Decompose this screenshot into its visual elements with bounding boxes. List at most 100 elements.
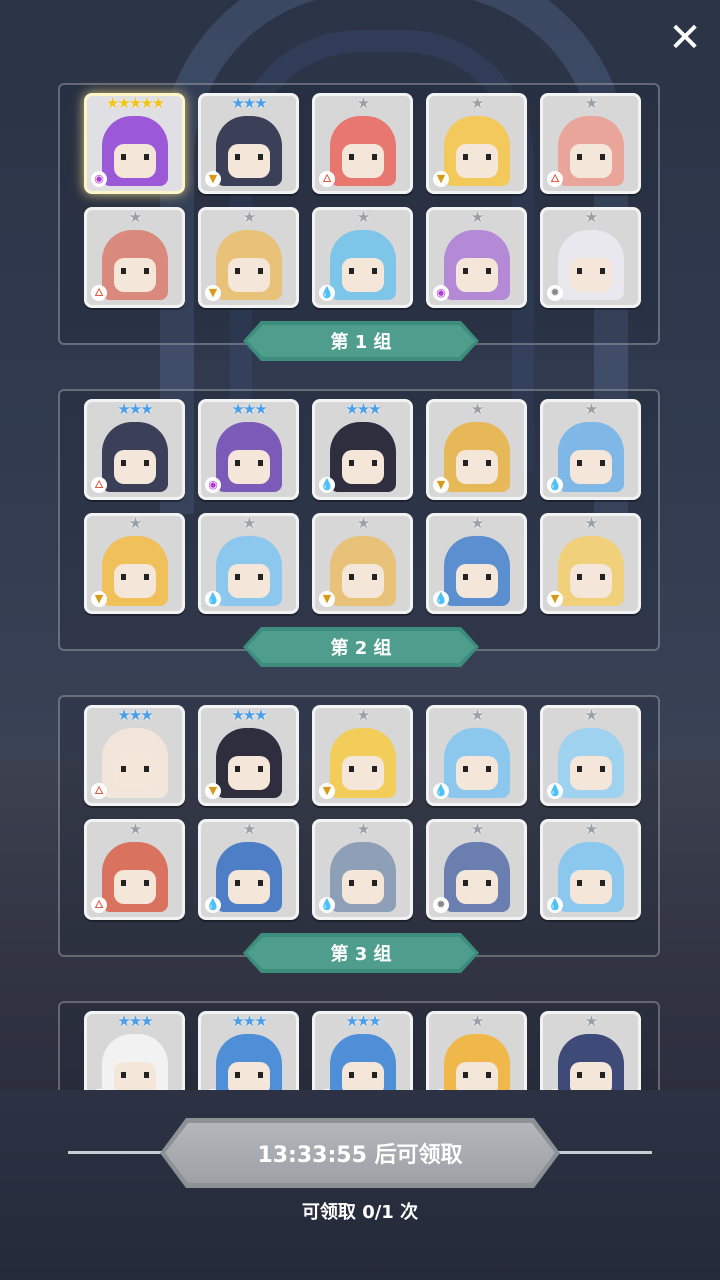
water-element-icon: 💧 — [433, 591, 449, 607]
hero-eyes — [235, 460, 263, 466]
hero-card[interactable]: ★★★💧 — [198, 1011, 299, 1090]
water-element-icon: 💧 — [205, 591, 221, 607]
group-label: 第 3 组 — [243, 933, 479, 973]
hero-face — [456, 870, 498, 904]
hero-eyes — [235, 268, 263, 274]
hero-card[interactable]: ★★★ ◉ — [198, 399, 299, 500]
hero-eyes — [577, 460, 605, 466]
light-element-icon: ✹ — [433, 897, 449, 913]
hero-card[interactable]: ★★★▼ — [198, 93, 299, 194]
claim-button[interactable]: 13:33:55 后可领取 — [160, 1118, 560, 1188]
hero-eyes — [463, 154, 491, 160]
hero-card[interactable]: ★▼ — [540, 513, 641, 614]
star-rating: ★ — [470, 1012, 484, 1030]
hero-card[interactable]: ★ ◉ — [426, 207, 527, 308]
hero-eyes — [577, 1072, 605, 1078]
hero-card[interactable]: ★✹ — [540, 207, 641, 308]
hero-card[interactable]: ★★★▼ — [198, 705, 299, 806]
hero-face — [570, 870, 612, 904]
hero-card[interactable]: ★★★★★ ◉ — [84, 93, 185, 194]
hero-card[interactable]: ★ 🜂 — [312, 93, 413, 194]
hero-eyes — [235, 880, 263, 886]
star-rating: ★ — [470, 400, 484, 418]
hero-face — [114, 450, 156, 484]
star-rating: ★ — [470, 94, 484, 112]
hero-card[interactable]: ★★★▼ — [84, 1011, 185, 1090]
dark-element-icon: ◉ — [205, 477, 221, 493]
star-rating: ★★★ — [345, 1012, 381, 1030]
hero-card[interactable]: ★ 💧 — [198, 819, 299, 920]
hero-face — [570, 144, 612, 178]
hero-card[interactable]: ★★★💧 — [312, 1011, 413, 1090]
hero-grid: ★★★ 🜂 ★★★ ◉ ★★★ 💧 ★ ▼ ★ 💧 ★ ▼ ★ 💧 ★ ▼ ★ 💧 ★ ▼ — [84, 399, 644, 614]
hero-group: ★★★▼★★★💧★★★💧★▼★✹ — [58, 1001, 660, 1090]
hero-face — [570, 756, 612, 790]
hero-eyes — [121, 1072, 149, 1078]
hero-card[interactable]: ★▼ — [198, 207, 299, 308]
star-rating: ★ — [584, 1012, 598, 1030]
group-label-text: 第 2 组 — [330, 638, 392, 659]
star-rating: ★★★ — [117, 706, 153, 724]
hero-card[interactable]: ★ 🜂 — [84, 819, 185, 920]
hero-card[interactable]: ★ 💧 — [540, 399, 641, 500]
earth-element-icon: ▼ — [433, 171, 449, 187]
hero-card[interactable]: ★▼ — [426, 93, 527, 194]
hero-grid: ★★★ 🜂 ★★★ ▼ ★ ▼ ★ 💧 ★ 💧 ★ 🜂 ★ 💧 ★ 💧 ★ ✹ ★ 💧 — [84, 705, 644, 920]
star-rating: ★ — [470, 208, 484, 226]
earth-element-icon: ▼ — [205, 285, 221, 301]
hero-eyes — [121, 574, 149, 580]
hero-eyes — [121, 460, 149, 466]
star-rating: ★ — [356, 94, 370, 112]
hero-face — [342, 564, 384, 598]
hero-face — [570, 450, 612, 484]
hero-card[interactable]: ★ 💧 — [198, 513, 299, 614]
hero-card[interactable]: ★▼ — [426, 1011, 527, 1090]
star-rating: ★★★ — [117, 400, 153, 418]
close-icon[interactable]: ✕ — [664, 18, 706, 60]
hero-eyes — [349, 1072, 377, 1078]
water-element-icon: 💧 — [319, 897, 335, 913]
group-label: 第 2 组 — [243, 627, 479, 667]
fire-element-icon: 🜂 — [547, 171, 563, 187]
earth-element-icon: ▼ — [319, 783, 335, 799]
hero-eyes — [349, 154, 377, 160]
star-rating: ★ — [356, 706, 370, 724]
hero-eyes — [349, 574, 377, 580]
hero-card[interactable]: ★▼ — [312, 705, 413, 806]
hero-card[interactable]: ★ 💧 — [312, 207, 413, 308]
hero-card[interactable]: ★ 💧 — [540, 819, 641, 920]
hero-card[interactable]: ★ 💧 — [540, 705, 641, 806]
hero-card[interactable]: ★ 🜂 — [84, 207, 185, 308]
hero-card[interactable]: ★✹ — [426, 819, 527, 920]
star-rating: ★★★ — [117, 1012, 153, 1030]
hero-card[interactable]: ★▼ — [426, 399, 527, 500]
hero-card[interactable]: ★★★ 🜂 — [84, 705, 185, 806]
earth-element-icon: ▼ — [433, 477, 449, 493]
fire-element-icon: 🜂 — [91, 783, 107, 799]
hero-group: ★★★ 🜂 ★★★ ◉ ★★★ 💧 ★ ▼ ★ 💧 ★ ▼ ★ 💧 ★ ▼ ★ 💧 ★ ▼ 第 2 组 — [58, 389, 660, 651]
hero-face — [228, 450, 270, 484]
hero-face — [456, 450, 498, 484]
hero-grid: ★★★★★ ◉ ★★★ ▼ ★ 🜂 ★ ▼ ★ 🜂 ★ 🜂 ★ ▼ ★ 💧 ★ ◉ ★ ✹ — [84, 93, 644, 308]
hero-eyes — [349, 460, 377, 466]
claim-count: 可领取 0/1 次 — [301, 1202, 419, 1223]
fire-element-icon: 🜂 — [91, 285, 107, 301]
hero-card[interactable]: ★▼ — [84, 513, 185, 614]
hero-card[interactable]: ★ 💧 — [426, 705, 527, 806]
hero-card[interactable]: ★▼ — [312, 513, 413, 614]
hero-group-list[interactable]: ★★★★★ ◉ ★★★ ▼ ★ 🜂 ★ ▼ ★ 🜂 ★ 🜂 ★ ▼ ★ 💧 ★ ◉ ★ ✹ 第 1 组 ★★★ 🜂 ★★★ ◉ ★… — [0, 78, 720, 1090]
hero-eyes — [121, 268, 149, 274]
hero-card[interactable]: ★ 💧 — [426, 513, 527, 614]
star-rating: ★★★ — [231, 94, 267, 112]
hero-face — [114, 756, 156, 790]
hero-card[interactable]: ★ 💧 — [312, 819, 413, 920]
hero-eyes — [121, 880, 149, 886]
star-rating: ★ — [242, 820, 256, 838]
hero-group: ★★★ 🜂 ★★★ ▼ ★ ▼ ★ 💧 ★ 💧 ★ 🜂 ★ 💧 ★ 💧 ★ ✹ ★ 💧 第 3 组 — [58, 695, 660, 957]
hero-card[interactable]: ★★★ 🜂 — [84, 399, 185, 500]
hero-card[interactable]: ★★★💧 — [312, 399, 413, 500]
hero-card[interactable]: ★ 🜂 — [540, 93, 641, 194]
star-rating: ★ — [242, 514, 256, 532]
hero-card[interactable]: ★✹ — [540, 1011, 641, 1090]
hero-face — [342, 756, 384, 790]
